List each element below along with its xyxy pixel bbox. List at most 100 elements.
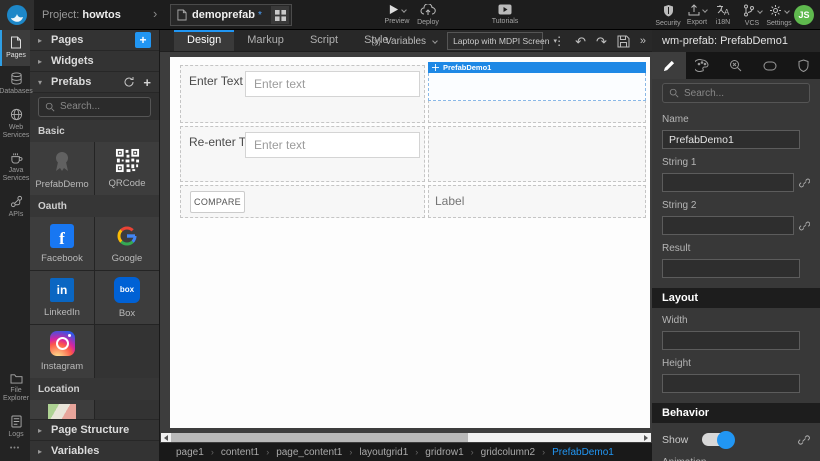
show-toggle[interactable] [702, 433, 734, 446]
prefab-tile-instagram[interactable]: Instagram [30, 325, 94, 378]
prefabs-section-header[interactable]: ▾ Prefabs + [30, 72, 159, 93]
bind-link-icon[interactable] [799, 177, 810, 189]
collapsed-arrow-icon: ▸ [38, 57, 45, 66]
selected-prefab-widget[interactable]: PrefabDemo1 [428, 62, 646, 101]
rail-item-apis[interactable]: APIs [0, 189, 30, 225]
rail-item-logs[interactable]: Logs [0, 409, 30, 445]
tab-design[interactable]: Design [174, 30, 234, 51]
tab-conditions[interactable] [719, 52, 753, 79]
redo-button[interactable]: ↷ [596, 35, 607, 48]
wavemaker-logo[interactable] [0, 0, 34, 30]
input-placeholder: Enter text [254, 77, 305, 91]
tab-markup[interactable]: Markup [234, 30, 297, 51]
search-icon [45, 102, 55, 112]
string1-input[interactable] [662, 173, 794, 192]
grid-cell-reenter-text[interactable]: Re-enter Text Enter text [180, 126, 425, 182]
undo-button[interactable]: ↶ [575, 35, 586, 48]
scrollbar-thumb[interactable] [171, 433, 468, 442]
app-selector[interactable]: demoprefab * [170, 4, 292, 26]
grid-cell-prefab[interactable]: PrefabDemo1 [428, 65, 646, 123]
breadcrumb-item[interactable]: gridcolumn2 [481, 447, 535, 458]
enter-text-input[interactable]: Enter text [245, 71, 420, 97]
dashboard-grid-button[interactable] [271, 6, 289, 24]
tutorials-button[interactable]: Tutorials [485, 4, 525, 25]
folder-icon [10, 373, 23, 384]
prefab-tile-box[interactable]: box Box [95, 271, 159, 324]
variables-section-header[interactable]: ▸ Variables [30, 440, 159, 461]
animation-label: Animation [662, 457, 810, 461]
prefab-tile-prefabdemo[interactable]: PrefabDemo [30, 142, 94, 195]
prefab-tile-linkedin[interactable]: in LinkedIn [30, 271, 94, 324]
rail-spacer [0, 225, 30, 367]
settings-button[interactable]: Settings [759, 4, 799, 27]
grid-cell-compare[interactable]: COMPARE [180, 185, 425, 218]
prefab-tile-google[interactable]: Google [95, 217, 159, 270]
rail-item-web-services[interactable]: Web Services [0, 102, 30, 146]
result-input[interactable] [662, 259, 800, 278]
device-selector[interactable]: Laptop with MDPI Screen ▾ [447, 32, 543, 50]
reenter-text-input[interactable]: Enter text [245, 132, 420, 158]
bind-link-icon[interactable] [798, 434, 810, 446]
prefab-search-input[interactable]: Search... [38, 97, 151, 117]
save-button[interactable] [617, 35, 630, 48]
compare-button[interactable]: COMPARE [190, 191, 245, 213]
width-input[interactable] [662, 331, 800, 350]
tab-security[interactable] [786, 52, 820, 79]
breadcrumb-separator: › [349, 447, 352, 457]
height-label: Height [662, 358, 810, 369]
project-breadcrumb: Project: howtos [42, 9, 121, 21]
bind-link-icon[interactable] [799, 220, 810, 232]
string2-input[interactable] [662, 216, 794, 235]
collapse-panel-button[interactable]: » [640, 35, 646, 47]
tab-properties[interactable] [652, 52, 686, 79]
prefab-tile-qrcode[interactable]: QRCode [95, 142, 159, 195]
variables-dropdown[interactable]: {x} Variables [371, 36, 437, 47]
breadcrumb-item[interactable]: gridrow1 [425, 447, 463, 458]
grid-cell-label[interactable]: Label [428, 185, 646, 218]
tab-styles[interactable] [686, 52, 720, 79]
search-icon [669, 88, 679, 98]
widgets-section-header[interactable]: ▸ Widgets [30, 51, 159, 72]
rail-more-button[interactable]: ••• [0, 445, 30, 461]
scroll-left-arrow[interactable] [161, 433, 171, 442]
behavior-section-header: Behavior [652, 403, 820, 423]
more-options-button[interactable]: ⋮ [553, 34, 565, 48]
page-structure-section-header[interactable]: ▸ Page Structure [30, 419, 159, 440]
add-page-button[interactable]: + [135, 32, 151, 48]
rail-item-file-explorer[interactable]: File Explorer [0, 367, 30, 409]
rail-item-databases[interactable]: Databases [0, 66, 30, 102]
tab-script[interactable]: Script [297, 30, 351, 51]
name-input[interactable]: PrefabDemo1 [662, 130, 800, 149]
properties-search: Search... [652, 79, 820, 107]
left-panel: ▸ Pages + ▸ Widgets ▾ Prefabs + Search..… [30, 30, 160, 461]
deploy-button[interactable]: Deploy [408, 4, 448, 26]
canvas-horizontal-scrollbar[interactable] [161, 433, 651, 442]
import-prefab-button[interactable]: + [143, 75, 151, 90]
breadcrumb-item[interactable]: page_content1 [276, 447, 342, 458]
grid-cell-empty[interactable] [428, 126, 646, 182]
properties-search-input[interactable]: Search... [662, 83, 810, 103]
height-input[interactable] [662, 374, 800, 393]
scroll-right-arrow[interactable] [641, 433, 651, 442]
prefab-tile-facebook[interactable]: f Facebook [30, 217, 94, 270]
user-avatar[interactable]: JS [794, 5, 814, 25]
group-basic: Basic [30, 120, 159, 142]
breadcrumb-item[interactable]: page1 [176, 447, 204, 458]
map-icon [48, 404, 76, 419]
refresh-icon[interactable] [123, 76, 135, 88]
design-canvas[interactable]: Enter Text Enter text PrefabDemo1 [170, 57, 650, 428]
grid-cell-enter-text[interactable]: Enter Text Enter text [180, 65, 425, 123]
breadcrumb-item[interactable]: layoutgrid1 [359, 447, 408, 458]
video-icon [498, 4, 512, 15]
prefab-widget-body[interactable] [428, 73, 646, 101]
breadcrumb-item-active[interactable]: PrefabDemo1 [552, 447, 614, 458]
pages-section-header[interactable]: ▸ Pages + [30, 30, 159, 51]
prefab-tile-location[interactable] [30, 400, 94, 419]
move-icon[interactable] [432, 64, 439, 71]
rail-item-java-services[interactable]: Java Services [0, 146, 30, 189]
rail-item-pages[interactable]: Pages [0, 30, 30, 66]
instagram-icon [50, 331, 75, 356]
breadcrumb-item[interactable]: content1 [221, 447, 259, 458]
tab-events[interactable] [753, 52, 787, 79]
rail-label: Java Services [2, 167, 30, 183]
